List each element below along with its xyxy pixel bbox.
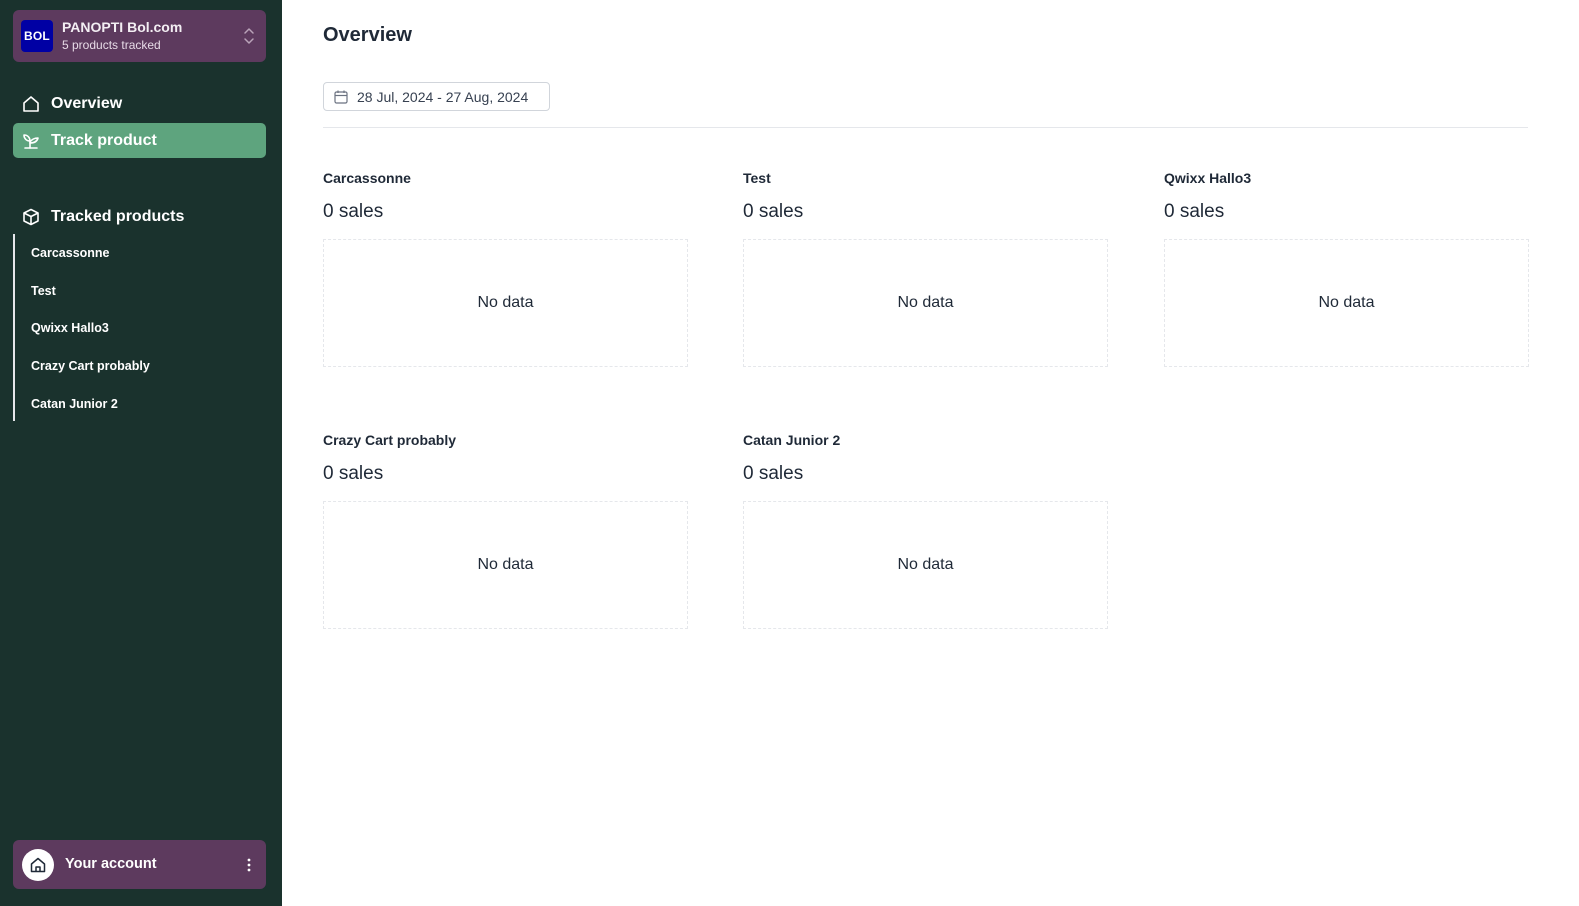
- card-chart-empty: No data: [743, 239, 1108, 367]
- home-icon: [22, 95, 40, 113]
- page-title: Overview: [323, 24, 412, 46]
- card-chart-empty: No data: [743, 501, 1108, 629]
- card-sales: 0 sales: [323, 201, 384, 222]
- avatar: [22, 849, 54, 881]
- tracked-products-title: Tracked products: [51, 207, 185, 225]
- account-label: Your account: [65, 856, 157, 872]
- card-sales: 0 sales: [323, 463, 384, 484]
- card-sales: 0 sales: [1164, 201, 1225, 222]
- tracked-product-test[interactable]: Test: [15, 272, 266, 310]
- card-chart-empty: No data: [323, 239, 688, 367]
- divider: [323, 127, 1528, 128]
- tracked-product-catan-junior-2[interactable]: Catan Junior 2: [15, 385, 266, 423]
- nav-track-product-label: Track product: [51, 131, 157, 149]
- nav-overview[interactable]: Overview: [13, 86, 266, 121]
- card-title: Carcassonne: [323, 170, 411, 186]
- product-card-carcassonne: Carcassonne 0 sales No data: [323, 170, 688, 367]
- chevron-up-down-icon: [242, 26, 256, 46]
- tracked-product-carcassonne[interactable]: Carcassonne: [15, 234, 266, 272]
- product-card-test: Test 0 sales No data: [743, 170, 1108, 367]
- card-title: Qwixx Hallo3: [1164, 170, 1252, 186]
- card-chart-empty: No data: [323, 501, 688, 629]
- box-icon: [22, 208, 40, 226]
- nav-track-product[interactable]: Track product: [13, 123, 266, 158]
- account-menu-button[interactable]: Your account: [13, 840, 266, 889]
- sprout-icon: [22, 132, 40, 150]
- tracked-product-qwixx-hallo3[interactable]: Qwixx Hallo3: [15, 310, 266, 348]
- tracked-products-heading: Tracked products: [13, 199, 266, 234]
- store-subtitle: 5 products tracked: [62, 38, 161, 52]
- product-card-crazy-cart: Crazy Cart probably 0 sales No data: [323, 432, 688, 629]
- card-sales: 0 sales: [743, 463, 804, 484]
- store-logo: BOL: [21, 20, 53, 52]
- card-title: Crazy Cart probably: [323, 432, 457, 448]
- product-card-qwixx-hallo3: Qwixx Hallo3 0 sales No data: [1164, 170, 1529, 367]
- sidebar: BOL PANOPTI Bol.com 5 products tracked O…: [0, 0, 282, 906]
- date-range-label: 28 Jul, 2024 - 27 Aug, 2024: [357, 88, 529, 105]
- calendar-icon: [334, 90, 348, 104]
- tracked-products-list: Carcassonne Test Qwixx Hallo3 Crazy Cart…: [13, 234, 266, 421]
- product-card-catan-junior-2: Catan Junior 2 0 sales No data: [743, 432, 1108, 629]
- tracked-product-crazy-cart[interactable]: Crazy Cart probably: [15, 347, 266, 385]
- card-title: Test: [743, 170, 771, 186]
- nav-overview-label: Overview: [51, 94, 123, 112]
- store-switcher[interactable]: BOL PANOPTI Bol.com 5 products tracked: [13, 10, 266, 62]
- card-title: Catan Junior 2: [743, 432, 841, 448]
- home-icon: [30, 857, 46, 873]
- main-content: Overview 28 Jul, 2024 - 27 Aug, 2024 Car…: [282, 0, 1579, 906]
- date-range-picker[interactable]: 28 Jul, 2024 - 27 Aug, 2024: [323, 82, 550, 111]
- store-name: PANOPTI Bol.com: [62, 19, 183, 35]
- card-chart-empty: No data: [1164, 239, 1529, 367]
- card-sales: 0 sales: [743, 201, 804, 222]
- more-vertical-icon[interactable]: [244, 855, 254, 875]
